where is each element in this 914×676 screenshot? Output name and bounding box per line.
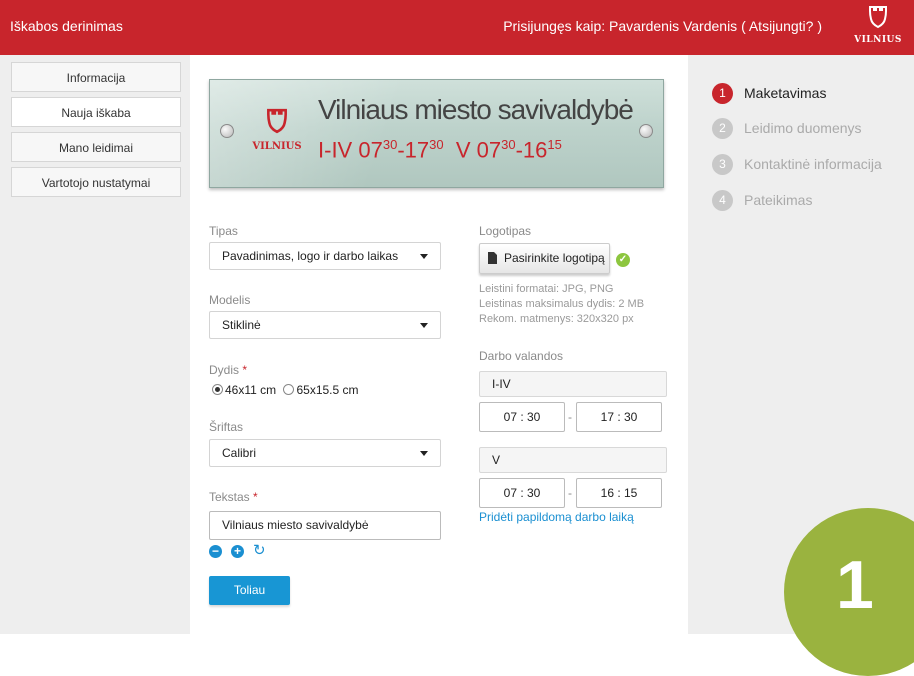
screw-icon [220,124,234,138]
font-select[interactable]: Calibri [209,439,441,467]
screw-icon [639,124,653,138]
size-radio-group: 46x11 cm 65x15.5 cm [212,383,359,397]
step-label: Leidimo duomenys [744,120,862,136]
hint-max-size: Leistinas maksimalus dydis: 2 MB [479,298,645,310]
time-to-2[interactable]: 16 : 15 [576,478,662,508]
caret-down-icon [420,323,428,328]
preview-logo: VILNIUS [248,108,306,152]
step-label: Pateikimas [744,192,813,208]
vilnius-logo: VILNIUS [854,5,902,45]
step-number: 4 [712,190,733,211]
decrease-font-icon[interactable]: − [209,545,222,558]
day-field-1[interactable]: I-IV [479,371,667,397]
logo-text: VILNIUS [854,35,902,45]
step-label: Kontaktinė informacija [744,156,882,172]
caret-down-icon [420,451,428,456]
text-label: Tekstas * [209,490,258,504]
sidebar-item-vartotojo-nustatymai[interactable]: Vartotojo nustatymai [11,167,181,197]
hint-formats: Leistini formatai: JPG, PNG [479,283,614,295]
preview-title: Vilniaus miesto savivaldybė [318,94,634,125]
hint-dimensions: Rekom. matmenys: 320x320 px [479,313,634,325]
file-icon [488,252,497,264]
font-label: Šriftas [209,420,244,434]
top-bar: Iškabos derinimas Prisijungęs kaip: Pava… [0,0,914,55]
time-to-1[interactable]: 17 : 30 [576,402,662,432]
type-select[interactable]: Pavadinimas, logo ir darbo laikas [209,242,441,270]
choose-logo-button[interactable]: Pasirinkite logotipą [479,243,610,274]
text-input[interactable]: Vilniaus miesto savivaldybė [209,511,441,540]
step-number: 2 [712,118,733,139]
day-field-2[interactable]: V [479,447,667,473]
refresh-icon[interactable]: ↻ [253,543,266,558]
model-select[interactable]: Stiklinė [209,311,441,339]
radio-icon[interactable] [283,384,295,395]
preview-hours: I-IV 0730-1730 V 0730-1615 [318,137,562,163]
current-step-number: 1 [836,547,874,623]
step-number: 3 [712,154,733,175]
increase-font-icon[interactable]: + [231,545,244,558]
step-number: 1 [712,83,733,104]
preview-logo-text: VILNIUS [252,141,302,152]
logo-label: Logotipas [479,224,532,238]
sidebar-item-nauja-iskaba[interactable]: Nauja iškaba [11,97,181,127]
time-from-1[interactable]: 07 : 30 [479,402,565,432]
app-title: Iškabos derinimas [10,18,123,34]
login-status[interactable]: Prisijungęs kaip: Pavardenis Vardenis ( … [503,18,822,34]
hours-label: Darbo valandos [479,349,564,363]
time-separator: - [568,486,572,500]
sidebar-item-informacija[interactable]: Informacija [11,62,181,92]
time-separator: - [568,410,572,424]
caret-down-icon [420,254,428,259]
step-label: Maketavimas [744,85,827,101]
check-icon: ✓ [616,253,630,267]
size-option-46x11[interactable]: 46x11 cm [212,383,276,397]
next-button[interactable]: Toliau [209,576,290,605]
size-label: Dydis * [209,363,248,377]
size-option-65x15[interactable]: 65x15.5 cm [283,383,359,397]
radio-checked-icon[interactable] [212,384,223,395]
sidebar-item-mano-leidimai[interactable]: Mano leidimai [11,132,181,162]
castle-icon [869,6,887,29]
castle-icon [267,108,287,134]
model-label: Modelis [209,293,251,307]
sign-preview: VILNIUS Vilniaus miesto savivaldybė I-IV… [209,79,664,188]
type-label: Tipas [209,224,238,238]
time-from-2[interactable]: 07 : 30 [479,478,565,508]
add-hours-link[interactable]: Pridėti papildomą darbo laiką [479,510,634,524]
